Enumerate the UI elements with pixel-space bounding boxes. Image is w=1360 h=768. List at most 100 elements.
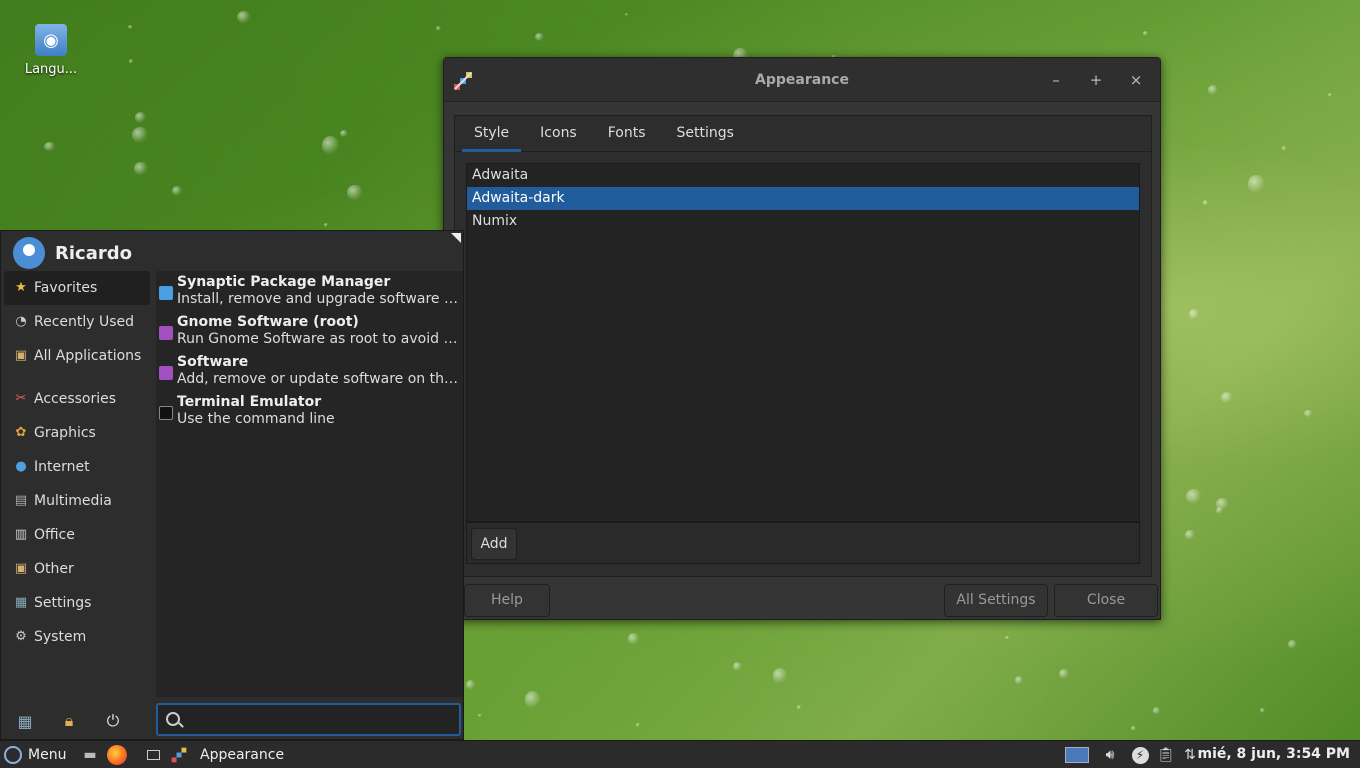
category-accessories[interactable]: ✂ Accessories: [4, 382, 150, 416]
resize-handle[interactable]: [451, 233, 461, 243]
software-icon: [159, 366, 173, 380]
software-icon: [159, 326, 173, 340]
notebook: Style Icons Fonts Settings Adwaita Adwai…: [454, 115, 1152, 577]
app-description: Run Gnome Software as root to avoid prob…: [177, 331, 459, 347]
search-input[interactable]: [188, 709, 448, 731]
water-drop: [465, 679, 476, 690]
office-icon: ▥: [14, 527, 28, 542]
settings-manager-button[interactable]: ▦: [13, 709, 37, 733]
water-drop: [127, 25, 134, 30]
add-button[interactable]: Add: [471, 528, 517, 560]
water-drop: [1328, 92, 1333, 97]
list-item[interactable]: Software Add, remove or update software o…: [156, 351, 463, 391]
terminal-icon: [159, 406, 173, 420]
application-menu: Ricardo ★ Favorites ◔ Recently Used ▣ All A…: [0, 230, 464, 740]
language-icon: ◉: [35, 24, 67, 56]
list-item[interactable]: Synaptic Package Manager Install, remove …: [156, 271, 463, 311]
show-desktop-button[interactable]: [146, 744, 160, 766]
category-office[interactable]: ▥ Office: [4, 518, 150, 552]
appearance-icon: [171, 747, 187, 763]
clipboard-button[interactable]: 📋︎: [1156, 744, 1176, 766]
water-drop: [524, 691, 541, 710]
water-drop: [625, 12, 629, 16]
window-titlebar[interactable]: Appearance – + ×: [444, 58, 1160, 102]
desktop-icon-language[interactable]: ◉ Langu...: [18, 24, 84, 77]
category-system[interactable]: ⚙ System: [4, 620, 150, 654]
category-multimedia[interactable]: ▤ Multimedia: [4, 484, 150, 518]
category-label: Accessories: [34, 391, 117, 407]
power-manager-button[interactable]: ⚡: [1130, 744, 1150, 766]
tab-settings[interactable]: Settings: [665, 116, 746, 152]
maximize-button[interactable]: +: [1086, 70, 1106, 90]
search-icon: [166, 712, 180, 726]
water-drop: [1208, 85, 1218, 96]
file-manager-button[interactable]: ▬: [80, 744, 100, 766]
style-list[interactable]: Adwaita Adwaita-dark Numix: [466, 163, 1140, 522]
menu-swirl-icon: [4, 745, 22, 764]
firefox-icon: [107, 745, 127, 765]
water-drop: [324, 223, 328, 227]
lock-screen-button[interactable]: 🔒︎: [57, 709, 81, 733]
folder-icon: ▣: [14, 561, 28, 576]
firefox-button[interactable]: [106, 744, 128, 766]
water-drop: [1185, 489, 1202, 505]
water-drop: [133, 161, 148, 176]
water-drop: [1130, 726, 1137, 731]
log-out-button[interactable]: ⏻: [101, 709, 125, 733]
task-appearance[interactable]: Appearance: [170, 741, 284, 768]
appearance-window: Appearance – + × Style Icons Fonts Setti…: [443, 57, 1161, 620]
water-drop: [1015, 675, 1024, 686]
workspace-switcher[interactable]: [1064, 744, 1090, 766]
category-recently-used[interactable]: ◔ Recently Used: [4, 305, 150, 339]
all-settings-button[interactable]: All Settings: [944, 584, 1048, 617]
category-other[interactable]: ▣ Other: [4, 552, 150, 586]
help-button[interactable]: Help: [464, 584, 550, 617]
menu-button-label: Menu: [28, 746, 67, 763]
list-toolbar: Add: [466, 522, 1140, 564]
clock[interactable]: mié, 8 jun, 3:54 PM: [1197, 746, 1350, 762]
list-item[interactable]: Terminal Emulator Use the command line: [156, 391, 463, 431]
category-all-applications[interactable]: ▣ All Applications: [4, 339, 150, 373]
water-drop: [1143, 30, 1149, 37]
style-item-selected[interactable]: Adwaita-dark: [467, 187, 1139, 210]
search-field[interactable]: [156, 703, 461, 736]
category-settings[interactable]: ▦ Settings: [4, 586, 150, 620]
app-name: Synaptic Package Manager: [177, 274, 391, 290]
category-label: Other: [34, 561, 74, 577]
category-label: Settings: [34, 595, 92, 611]
category-label: Recently Used: [34, 314, 135, 330]
style-item[interactable]: Adwaita: [467, 164, 1139, 187]
settings-icon: ▦: [14, 595, 28, 610]
water-drop: [772, 667, 788, 685]
category-internet[interactable]: ● Internet: [4, 450, 150, 484]
category-favorites[interactable]: ★ Favorites: [4, 271, 150, 305]
volume-button[interactable]: 🔊︎: [1100, 744, 1120, 766]
minimize-button[interactable]: –: [1046, 70, 1066, 90]
list-item[interactable]: Gnome Software (root) Run Gnome Software …: [156, 311, 463, 351]
app-name: Gnome Software (root): [177, 314, 359, 330]
close-window-button[interactable]: ×: [1126, 70, 1146, 90]
water-drop: [322, 136, 339, 156]
tab-style[interactable]: Style: [462, 116, 522, 152]
folder-icon: ▣: [14, 348, 28, 363]
menu-button[interactable]: Menu: [0, 745, 67, 764]
close-button[interactable]: Close: [1054, 584, 1158, 617]
style-item[interactable]: Numix: [467, 210, 1139, 233]
water-drop: [796, 704, 802, 710]
palette-icon: ✿: [15, 425, 27, 440]
water-drop: [172, 185, 183, 196]
category-label: Graphics: [34, 425, 96, 441]
category-graphics[interactable]: ✿ Graphics: [4, 416, 150, 450]
app-name: Terminal Emulator: [177, 394, 322, 410]
category-list: ★ Favorites ◔ Recently Used ▣ All Applicati…: [4, 271, 150, 654]
water-drop: [347, 185, 363, 200]
water-drop: [1005, 635, 1011, 640]
desktop-icon-label: Langu...: [24, 62, 78, 77]
category-label: Internet: [34, 459, 90, 475]
network-icon: ⇅: [1184, 747, 1196, 763]
water-drop: [43, 141, 57, 152]
tab-icons[interactable]: Icons: [528, 116, 589, 152]
category-label: All Applications: [34, 348, 142, 364]
tab-fonts[interactable]: Fonts: [596, 116, 658, 152]
menu-actions: ▦ 🔒︎ ⏻: [1, 701, 156, 741]
